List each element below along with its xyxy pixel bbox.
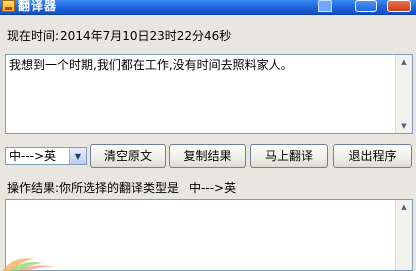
result-label: 操作结果:你所选择的翻译类型是 bbox=[7, 181, 180, 195]
source-text-area[interactable]: 我想到一个时期,我们都在工作,没有时间去照料家人。 ▲ ▼ bbox=[5, 54, 413, 134]
time-value: 2014年7月10日23时22分46秒 bbox=[60, 29, 232, 43]
direction-value: 中--->英 bbox=[9, 149, 57, 163]
window-title: 翻译器 bbox=[18, 0, 58, 13]
copy-result-button[interactable]: 复制结果 bbox=[169, 144, 246, 168]
translate-button[interactable]: 马上翻译 bbox=[250, 144, 328, 168]
result-type: 中--->英 bbox=[189, 181, 237, 195]
skin-icon[interactable] bbox=[318, 0, 332, 12]
close-button[interactable] bbox=[387, 0, 411, 12]
direction-select[interactable]: 中--->英 ▼ bbox=[5, 147, 87, 165]
minimize-button[interactable] bbox=[355, 0, 377, 12]
time-label: 现在时间: bbox=[7, 29, 60, 43]
source-scrollbar[interactable]: ▲ ▼ bbox=[395, 55, 412, 133]
chevron-down-icon[interactable]: ▼ bbox=[69, 148, 86, 164]
scroll-up-icon[interactable]: ▲ bbox=[396, 55, 412, 69]
result-text-area[interactable]: ▲ bbox=[5, 199, 413, 271]
scroll-down-icon[interactable]: ▼ bbox=[396, 119, 412, 133]
source-text[interactable]: 我想到一个时期,我们都在工作,没有时间去照料家人。 bbox=[9, 58, 394, 72]
current-time: 现在时间:2014年7月10日23时22分46秒 bbox=[7, 29, 231, 43]
scroll-up-icon[interactable]: ▲ bbox=[396, 200, 412, 214]
result-status: 操作结果:你所选择的翻译类型是 中--->英 bbox=[7, 181, 236, 195]
result-scrollbar[interactable]: ▲ bbox=[395, 200, 412, 270]
title-bar[interactable]: 翻译器 bbox=[0, 0, 416, 15]
app-icon bbox=[2, 0, 15, 12]
exit-button[interactable]: 退出程序 bbox=[333, 144, 412, 168]
clear-source-button[interactable]: 清空原文 bbox=[90, 144, 166, 168]
